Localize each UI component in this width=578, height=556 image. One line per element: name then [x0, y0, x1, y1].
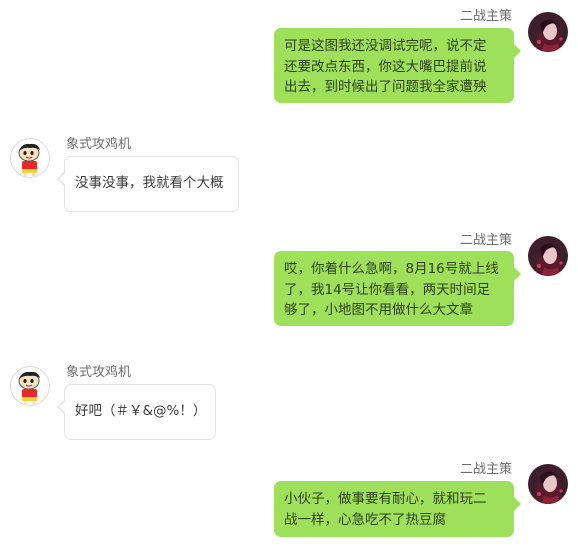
- message-line: 小伙子，做事要有耐心，就和玩二: [284, 491, 487, 507]
- message-line: 没事没事，我就看个大概: [75, 175, 224, 191]
- message-sent: 二战主策 哎，你着什么急啊，8月16号就上线 了，我14号让你看看，两天时间足 …: [0, 227, 578, 332]
- message-line: 了，我14号让你看看，两天时间足: [284, 281, 491, 298]
- message-bubble: 没事没事，我就看个大概: [57, 156, 239, 212]
- message-bubble: 可是这图我还没调试完呢，说不定 还要改点东西，你这大嘴巴提前说 出去，到时候出了…: [274, 28, 521, 103]
- message-received: 象式攻鸡机 好吧（＃￥&@%！）: [0, 358, 578, 443]
- message-bubble: 好吧（＃￥&@%！）: [57, 384, 216, 440]
- chat-transcript: 二战主策 可是这图我还没调试完呢，说不定 还要改点东西，你这大嘴巴提前说 出去，…: [0, 0, 578, 556]
- message-received: 象式攻鸡机 没事没事，我就看个大概: [0, 130, 578, 215]
- message-line: 还要改点东西，你这大嘴巴提前说: [284, 58, 487, 75]
- message-bubble: 小伙子，做事要有耐心，就和玩二 战一样，心急吃不了热豆腐: [274, 481, 521, 537]
- message-line: 出去，到时候出了问题我全家遭殃: [284, 79, 487, 95]
- sender-name: 二战主策: [459, 233, 512, 248]
- message-sent: 二战主策 可是这图我还没调试完呢，说不定 还要改点东西，你这大嘴巴提前说 出去，…: [0, 0, 578, 110]
- message-line: 战一样，心急吃不了热豆腐: [284, 511, 446, 528]
- anime-girl-avatar-icon[interactable]: [528, 236, 568, 276]
- message-sent: 二战主策 小伙子，做事要有耐心，就和玩二 战一样，心急吃不了热豆腐: [0, 456, 578, 556]
- cartoon-boy-avatar-icon[interactable]: [10, 366, 50, 406]
- sender-name: 二战主策: [459, 462, 512, 477]
- message-line: 够了，小地图不用做什么大文章: [284, 302, 473, 318]
- anime-girl-avatar-icon[interactable]: [528, 12, 568, 52]
- sender-name: 象式攻鸡机: [66, 137, 132, 152]
- message-line: 好吧（＃￥&@%！）: [75, 403, 207, 419]
- sender-name: 象式攻鸡机: [66, 365, 132, 380]
- message-line: 可是这图我还没调试完呢，说不定: [284, 38, 487, 54]
- sender-name: 二战主策: [459, 9, 512, 24]
- message-bubble: 哎，你着什么急啊，8月16号就上线 了，我14号让你看看，两天时间足 够了，小地…: [274, 251, 521, 326]
- cartoon-boy-avatar-icon[interactable]: [10, 138, 50, 178]
- message-line: 哎，你着什么急啊，8月16号就上线: [284, 261, 499, 277]
- anime-girl-avatar-icon[interactable]: [528, 464, 568, 504]
